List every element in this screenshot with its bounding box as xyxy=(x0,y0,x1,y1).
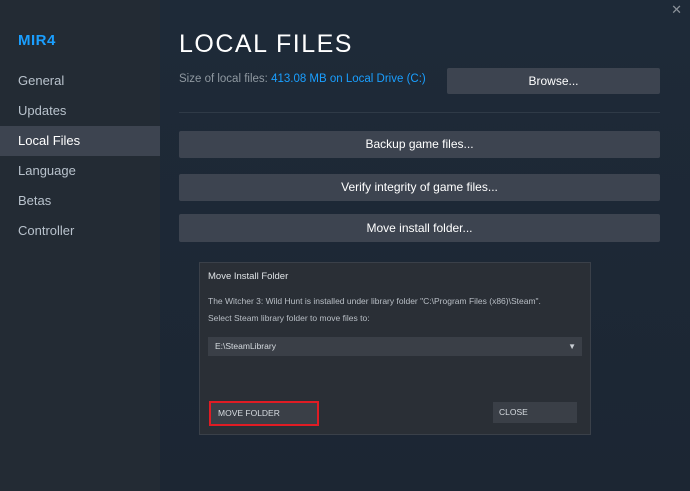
dialog-title: Move Install Folder xyxy=(208,271,289,282)
app-title: MIR4 xyxy=(18,32,56,49)
dialog-instruction-text: Select Steam library folder to move file… xyxy=(208,313,370,323)
verify-integrity-button[interactable]: Verify integrity of game files... xyxy=(179,174,660,201)
backup-game-files-button[interactable]: Backup game files... xyxy=(179,131,660,158)
library-folder-select[interactable]: E:\SteamLibrary ▼ xyxy=(208,337,582,356)
dialog-install-location-text: The Witcher 3: Wild Hunt is installed un… xyxy=(208,296,541,306)
sidebar-item-general[interactable]: General xyxy=(0,66,160,96)
sidebar-item-local-files[interactable]: Local Files xyxy=(0,126,160,156)
sidebar-item-controller[interactable]: Controller xyxy=(0,216,160,246)
sidebar-item-updates[interactable]: Updates xyxy=(0,96,160,126)
move-install-folder-dialog: Move Install Folder The Witcher 3: Wild … xyxy=(199,262,591,435)
main-panel: ✕ LOCAL FILES Size of local files: 413.0… xyxy=(160,0,690,491)
move-install-folder-button[interactable]: Move install folder... xyxy=(179,214,660,242)
sidebar-item-betas[interactable]: Betas xyxy=(0,186,160,216)
close-button[interactable]: CLOSE xyxy=(493,402,577,423)
sidebar-nav: General Updates Local Files Language Bet… xyxy=(0,66,160,246)
page-title: LOCAL FILES xyxy=(179,30,353,58)
divider xyxy=(179,112,660,113)
local-files-size: Size of local files: 413.08 MB on Local … xyxy=(179,73,426,85)
library-folder-value: E:\SteamLibrary xyxy=(215,341,276,351)
size-value: 413.08 MB on Local Drive (C:) xyxy=(271,73,426,85)
move-folder-button[interactable]: MOVE FOLDER xyxy=(209,401,319,426)
size-label: Size of local files: xyxy=(179,73,268,85)
browse-button[interactable]: Browse... xyxy=(447,68,660,94)
close-icon[interactable]: ✕ xyxy=(671,2,682,18)
chevron-down-icon: ▼ xyxy=(568,342,576,351)
sidebar: MIR4 General Updates Local Files Languag… xyxy=(0,0,160,491)
sidebar-item-language[interactable]: Language xyxy=(0,156,160,186)
